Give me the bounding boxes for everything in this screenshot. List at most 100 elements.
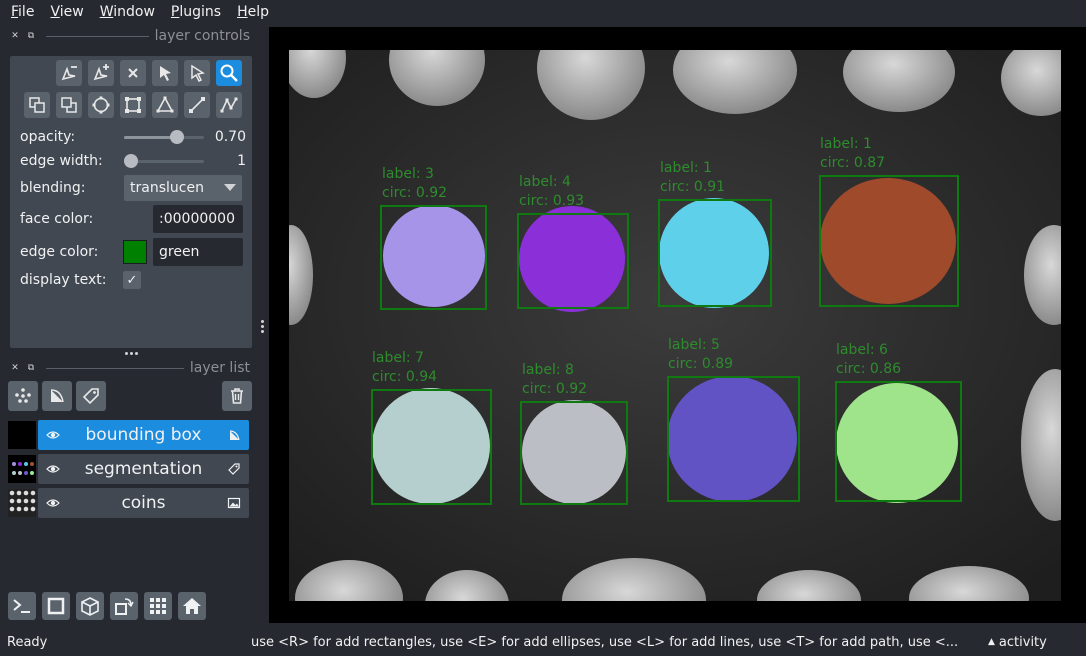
shapes-icon (229, 430, 240, 441)
menu-window[interactable]: Window (92, 4, 163, 20)
menu-help-accel: H (237, 4, 248, 20)
check-icon: ✓ (126, 272, 138, 288)
edge-width-slider-handle[interactable] (124, 154, 138, 168)
select-vertices-button[interactable] (184, 60, 210, 86)
edge-width-value[interactable]: 1 (237, 153, 246, 169)
annotation-label: label: 6 (836, 342, 888, 358)
menu-window-rest: indow (113, 4, 155, 20)
rectangle-icon (125, 97, 141, 113)
opacity-slider[interactable] (124, 129, 204, 145)
layer-controls-panel: opacity: 0.70 edge width: 1 blending: tr… (10, 56, 252, 348)
coins-image[interactable]: label: 3 circ: 0.92 label: 4 circ: 0.93 … (289, 50, 1061, 601)
layer-controls-header: ✕ ⧉ layer controls (10, 28, 250, 44)
face-color-input[interactable]: :00000000 (153, 205, 243, 233)
opacity-slider-handle[interactable] (170, 130, 185, 144)
layer-item-segmentation[interactable]: segmentation (8, 454, 250, 484)
display-text-checkbox[interactable]: ✓ (123, 271, 141, 289)
add-vertex-icon (93, 64, 109, 81)
face-color-value: :00000000 (159, 211, 235, 227)
layer-row[interactable]: bounding box (38, 420, 249, 450)
layer-name[interactable]: segmentation (38, 459, 249, 479)
delete-shape-button[interactable] (120, 60, 146, 86)
menu-plugins[interactable]: Plugins (163, 4, 229, 20)
layer-row[interactable]: segmentation (38, 454, 249, 484)
transpose-button[interactable] (110, 592, 138, 620)
eye-icon[interactable] (46, 462, 60, 476)
grid-view-button[interactable] (144, 592, 172, 620)
opacity-row: opacity: 0.70 (20, 125, 246, 149)
grid-icon (150, 598, 166, 614)
tag-icon (82, 388, 99, 405)
opacity-label: opacity: (20, 129, 76, 145)
dock-splitter-handle[interactable] (122, 348, 140, 358)
annotation-label: label: 1 (660, 160, 712, 176)
layer-item-bounding-box[interactable]: bounding box (8, 420, 250, 450)
tool-row-1 (56, 60, 242, 86)
dock-close-icon[interactable]: ✕ (10, 363, 20, 373)
new-labels-layer-button[interactable] (76, 381, 106, 411)
move-back-icon (61, 97, 77, 113)
blending-value: translucen (130, 180, 204, 196)
add-ellipse-button[interactable] (88, 92, 114, 118)
console-button[interactable] (8, 592, 36, 620)
toggle-ndisplay-button[interactable] (42, 592, 70, 620)
layer-name[interactable]: coins (38, 493, 249, 513)
delete-layer-button[interactable] (222, 381, 252, 411)
remove-vertex-button[interactable] (56, 60, 82, 86)
add-vertex-button[interactable] (88, 60, 114, 86)
home-button[interactable] (178, 592, 206, 620)
eye-icon[interactable] (46, 428, 60, 442)
dock-close-icon[interactable]: ✕ (10, 31, 20, 41)
layer-row[interactable]: coins (38, 488, 249, 518)
move-back-button[interactable] (56, 92, 82, 118)
vertical-splitter-handle[interactable] (259, 316, 265, 336)
opacity-value[interactable]: 0.70 (215, 129, 246, 145)
tool-row-2 (24, 92, 242, 118)
terminal-icon (13, 599, 30, 613)
status-text: Ready (7, 634, 48, 650)
menu-help[interactable]: Help (229, 4, 277, 20)
pan-zoom-button[interactable] (216, 60, 242, 86)
blending-combo[interactable]: translucen (124, 175, 242, 201)
delete-x-icon (128, 68, 138, 78)
dock-float-icon[interactable]: ⧉ (26, 363, 36, 373)
roll-dims-button[interactable] (76, 592, 104, 620)
layer-list-header: ✕ ⧉ layer list (10, 360, 250, 376)
menu-file[interactable]: File (3, 4, 42, 20)
move-front-button[interactable] (24, 92, 50, 118)
image-background (289, 50, 1061, 601)
layer-name[interactable]: bounding box (38, 425, 249, 445)
move-front-icon (29, 97, 45, 113)
layer-thumbnail (8, 421, 36, 449)
layer-thumbnail (8, 489, 36, 517)
edge-color-swatch[interactable] (123, 240, 147, 264)
layer-thumbnail (8, 455, 36, 483)
menubar: File View Window Plugins Help (0, 0, 1086, 24)
activity-button[interactable]: ▲ activity (988, 635, 1047, 650)
edge-width-slider[interactable] (124, 153, 204, 169)
annotation-circ: circ: 0.92 (522, 381, 587, 397)
line-icon (189, 97, 205, 113)
annotation-circ: circ: 0.93 (519, 193, 584, 209)
add-path-button[interactable] (216, 92, 242, 118)
edge-color-input[interactable]: green (153, 238, 243, 266)
path-icon (220, 97, 238, 113)
dock-float-icon[interactable]: ⧉ (26, 31, 36, 41)
select-shapes-button[interactable] (152, 60, 178, 86)
rotate-icon (115, 598, 134, 615)
menu-view[interactable]: View (42, 4, 91, 20)
home-icon (183, 598, 201, 614)
new-shapes-layer-button[interactable] (42, 381, 72, 411)
menu-file-accel: F (11, 4, 19, 20)
viewer-canvas[interactable]: label: 3 circ: 0.92 label: 4 circ: 0.93 … (269, 27, 1086, 623)
layer-controls-title: layer controls (154, 28, 250, 44)
dock-header-line (46, 367, 184, 369)
edge-color-value: green (159, 244, 200, 260)
layer-item-coins[interactable]: coins (8, 488, 250, 518)
new-points-layer-button[interactable] (8, 381, 38, 411)
add-rectangle-button[interactable] (120, 92, 146, 118)
add-polygon-button[interactable] (152, 92, 178, 118)
add-line-button[interactable] (184, 92, 210, 118)
eye-icon[interactable] (46, 496, 60, 510)
activity-label: activity (998, 634, 1047, 650)
